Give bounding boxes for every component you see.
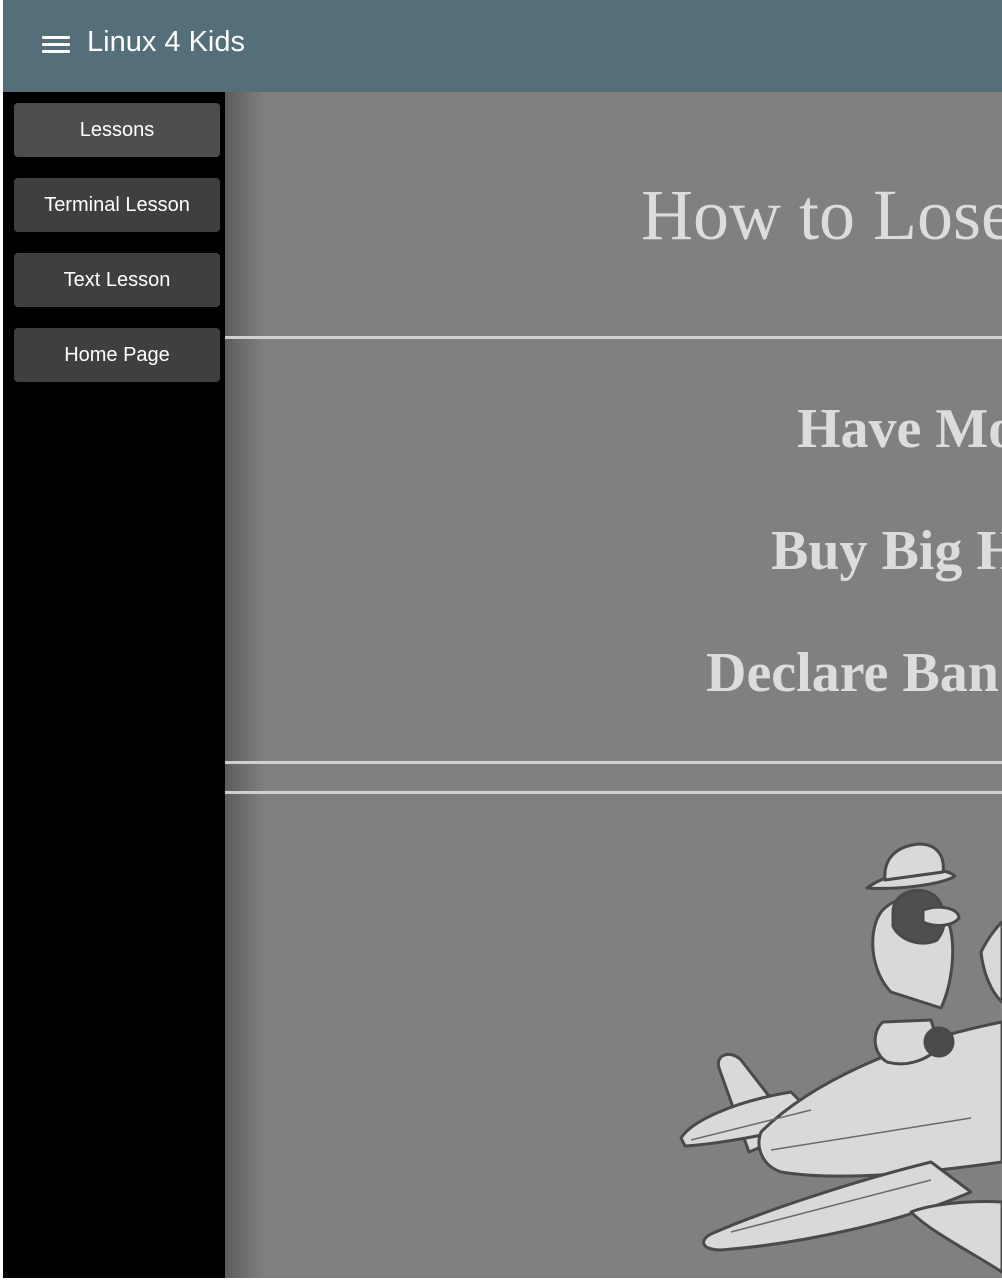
- heading-item-2: Buy Big H: [771, 520, 1002, 582]
- sidebar-item-home-page[interactable]: Home Page: [14, 328, 220, 382]
- heading-item-1: Have Mo: [797, 398, 1002, 460]
- sidebar-item-lessons[interactable]: Lessons: [14, 103, 220, 157]
- app-title: Linux 4 Kids: [87, 26, 245, 58]
- sidebar-item-text-lesson[interactable]: Text Lesson: [14, 253, 220, 307]
- divider: [225, 791, 1002, 794]
- divider: [225, 761, 1002, 764]
- top-app-bar: Linux 4 Kids: [3, 0, 1002, 92]
- main-content: How to Lose Have Mo Buy Big H Declare Ba…: [225, 92, 1002, 1278]
- heading-item-3: Declare Ban: [706, 642, 999, 704]
- sidebar-nav: Lessons Terminal Lesson Text Lesson Home…: [3, 92, 225, 1278]
- app-window: Linux 4 Kids Lessons Terminal Lesson Tex…: [3, 0, 1002, 1278]
- penguin-pilot-airplane-illustration: [679, 842, 1002, 1274]
- page-title: How to Lose: [641, 175, 1002, 255]
- sidebar-item-terminal-lesson[interactable]: Terminal Lesson: [14, 178, 220, 232]
- hamburger-menu-icon[interactable]: [42, 36, 72, 56]
- divider: [225, 336, 1002, 339]
